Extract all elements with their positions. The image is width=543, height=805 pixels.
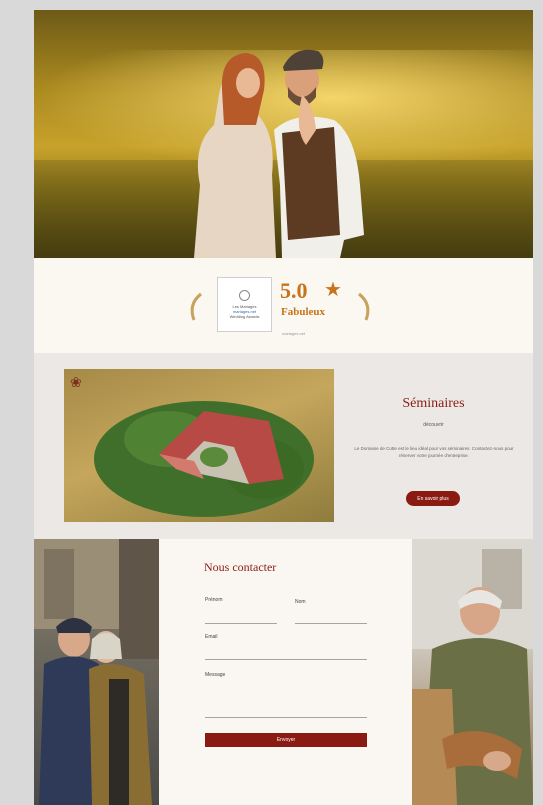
rating-section: Les Mariages mariages.net Wedding Awards… [34, 258, 533, 353]
first-name-label: Prénom [205, 597, 223, 603]
badge-line3: Wedding Awards [229, 314, 260, 319]
domain-logo-icon: ❀ [70, 374, 82, 390]
laurel-right-icon [358, 292, 370, 321]
contact-title: Nous contacter [204, 560, 277, 574]
laurel-left-icon [190, 292, 202, 321]
contact-form: Nous contacter Prénom Nom Email Message … [159, 539, 412, 805]
email-label: Email [205, 634, 218, 640]
aerial-photo: ❀ [64, 369, 334, 522]
seminaires-more-button[interactable]: En savoir plus [406, 491, 460, 506]
rating-label: Fabuleux [281, 306, 326, 318]
couple-illustration [194, 49, 364, 258]
hero-image [34, 10, 533, 258]
seminaires-body: Le Domaine de Cotte est le lieu idéal po… [354, 446, 514, 458]
email-input[interactable] [205, 659, 367, 660]
last-name-label: Nom [295, 599, 306, 605]
seminaires-subtitle: découvrir [423, 422, 444, 428]
rating-source: mariages.net [282, 331, 306, 336]
send-button[interactable]: Envoyer [205, 733, 367, 747]
badge-seal-icon [239, 290, 250, 301]
seminaires-section: ❀ Séminaires découvrir Le Domaine de Cot… [34, 353, 533, 539]
last-name-input[interactable] [295, 623, 367, 624]
seminaires-title: Séminaires [402, 396, 465, 411]
couple-workshop-photo [34, 539, 159, 805]
wedding-awards-badge[interactable]: Les Mariages mariages.net Wedding Awards [217, 277, 272, 332]
star-icon: ★ [324, 279, 342, 301]
message-input[interactable] [205, 717, 367, 718]
rating-score: 5.0 [280, 278, 308, 303]
artisan-photo [412, 539, 533, 805]
message-label: Message [205, 672, 226, 678]
first-name-input[interactable] [205, 623, 277, 624]
page: Les Mariages mariages.net Wedding Awards… [34, 10, 533, 805]
